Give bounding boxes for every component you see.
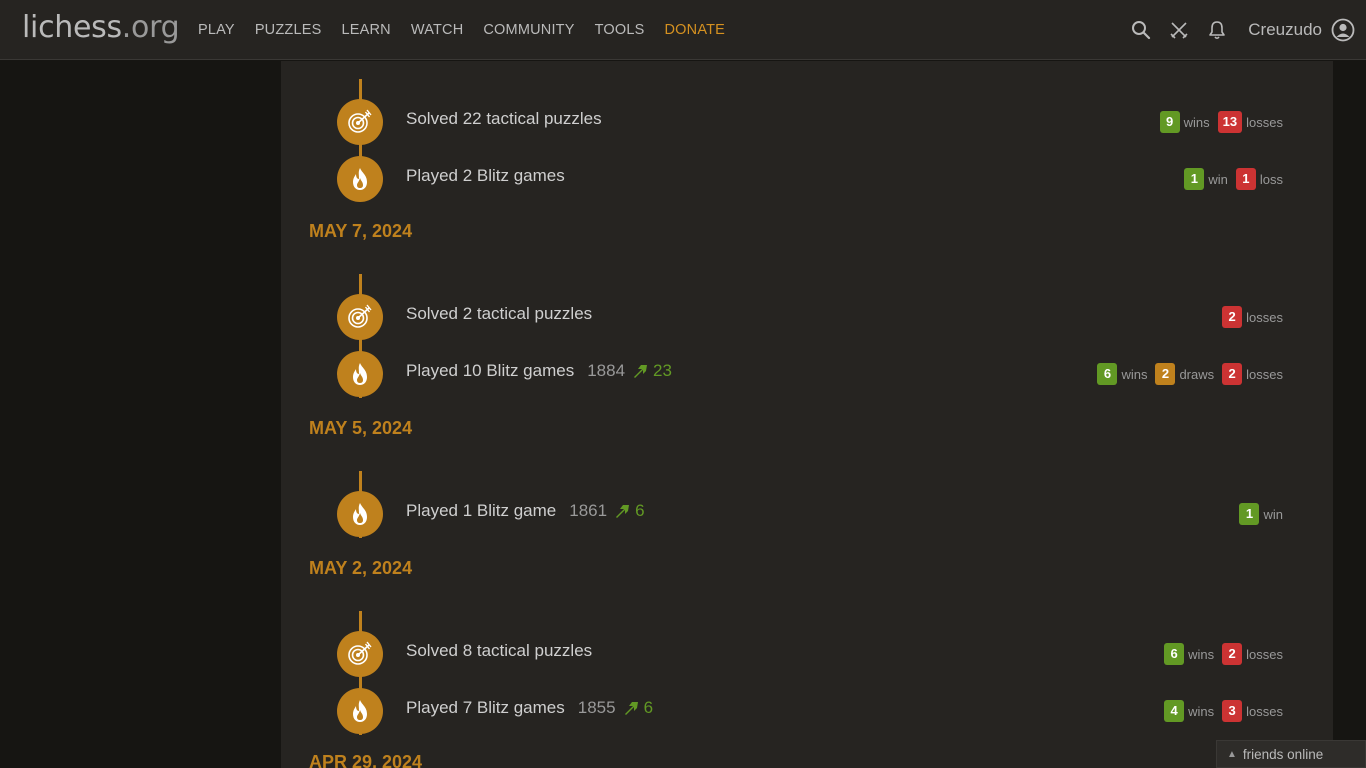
wins-label: wins [1183, 114, 1210, 130]
losses-badge: 2 [1222, 643, 1243, 665]
wins-badge: 9 [1159, 111, 1180, 133]
score-summary: 6 wins 2 draws 2 losses [1089, 363, 1283, 385]
day-title: MAY 7, 2024 [309, 221, 413, 241]
friends-online-toggle[interactable]: ▲ friends online [1216, 740, 1366, 768]
losses-label: losses [1246, 366, 1283, 382]
nav-community[interactable]: COMMUNITY [473, 22, 584, 38]
flame-icon [337, 688, 383, 734]
arrow-up-right-icon [616, 505, 630, 518]
logo-main: lichess [22, 10, 122, 45]
entry-text[interactable]: Played 7 Blitz games [406, 698, 565, 718]
timeline-entry-blitz: Played 2 Blitz games 1 win 1 loss [281, 156, 1333, 202]
user-circle-icon[interactable] [1330, 11, 1356, 49]
losses-label: loss [1259, 171, 1283, 187]
score-summary: 4 wins 3 losses [1156, 700, 1283, 722]
nav-play[interactable]: PLAY [188, 22, 245, 38]
timeline-entry-blitz: Played 10 Blitz games 1884 23 6 wins 2 dra… [281, 351, 1333, 397]
logo-tld: .org [121, 10, 180, 45]
entry-text[interactable]: Solved 8 tactical puzzles [406, 641, 592, 661]
score-summary: 9 wins 13 losses [1152, 111, 1283, 133]
top-bar: lichess.org PLAY PUZZLES LEARN WATCH COM… [0, 0, 1366, 60]
timeline-entry-puzzles: Solved 22 tactical puzzles 9 wins 13 losse… [281, 99, 1333, 145]
losses-label: losses [1246, 114, 1283, 130]
search-icon[interactable] [1122, 11, 1160, 49]
losses-badge: 1 [1235, 168, 1256, 190]
flame-icon [337, 491, 383, 537]
wins-badge: 6 [1164, 643, 1185, 665]
swords-icon[interactable] [1160, 11, 1198, 49]
flame-icon [337, 351, 383, 397]
wins-badge: 1 [1239, 503, 1260, 525]
nav-donate[interactable]: DONATE [655, 22, 736, 38]
activity-panel: Solved 22 tactical puzzles 9 wins 13 losse… [281, 61, 1333, 768]
score-summary: 1 win 1 loss [1176, 168, 1283, 190]
losses-badge: 13 [1217, 111, 1243, 133]
arrow-up-right-icon [624, 702, 638, 715]
timeline-entry-blitz: Played 1 Blitz game 1861 6 1 win [281, 491, 1333, 537]
wins-badge: 4 [1164, 700, 1185, 722]
nav-learn[interactable]: LEARN [331, 22, 400, 38]
friends-online-label: friends online [1242, 746, 1324, 762]
rating-value: 1861 [569, 501, 608, 520]
timeline-entry-blitz: Played 7 Blitz games 1855 6 4 wins 3 losse… [281, 688, 1333, 734]
timeline-entry-puzzles: Solved 2 tactical puzzles 2 losses [281, 294, 1333, 340]
wins-label: win [1263, 506, 1283, 522]
caret-up-icon: ▲ [1227, 748, 1237, 760]
day-title: APR 29, 2024 [309, 752, 423, 768]
nav-puzzles[interactable]: PUZZLES [245, 22, 332, 38]
entry-text[interactable]: Played 10 Blitz games [406, 361, 574, 381]
draws-badge: 2 [1155, 363, 1176, 385]
arrow-up-right-icon [634, 365, 648, 378]
rating-value: 1884 [587, 361, 626, 380]
wins-badge: 1 [1184, 168, 1205, 190]
wins-badge: 6 [1097, 363, 1118, 385]
target-icon [337, 631, 383, 677]
wins-label: wins [1188, 703, 1215, 719]
losses-label: losses [1246, 309, 1283, 325]
day-title: MAY 5, 2024 [309, 418, 413, 438]
bell-icon[interactable] [1198, 11, 1236, 49]
draws-label: draws [1179, 366, 1215, 382]
header-tools: Creuzudo [1122, 0, 1356, 60]
losses-label: losses [1246, 703, 1283, 719]
rating-value: 1855 [577, 698, 616, 717]
day-title: MAY 2, 2024 [309, 558, 413, 578]
main-nav: PLAY PUZZLES LEARN WATCH COMMUNITY TOOLS… [188, 0, 735, 60]
nav-watch[interactable]: WATCH [401, 22, 474, 38]
wins-label: win [1208, 171, 1228, 187]
score-summary: 1 win [1231, 503, 1283, 525]
timeline-entry-puzzles: Solved 8 tactical puzzles 6 wins 2 losses [281, 631, 1333, 677]
rating-diff: 6 [635, 501, 645, 520]
target-icon [337, 294, 383, 340]
username[interactable]: Creuzudo [1248, 20, 1322, 40]
target-icon [337, 99, 383, 145]
losses-badge: 2 [1222, 306, 1243, 328]
flame-icon [337, 156, 383, 202]
wins-label: wins [1188, 646, 1215, 662]
rating-diff: 6 [643, 698, 654, 717]
losses-badge: 2 [1222, 363, 1243, 385]
entry-text[interactable]: Played 1 Blitz game [406, 501, 556, 521]
nav-tools[interactable]: TOOLS [585, 22, 655, 38]
score-summary: 6 wins 2 losses [1156, 643, 1283, 665]
entry-text[interactable]: Solved 2 tactical puzzles [406, 304, 592, 324]
site-logo[interactable]: lichess.org [22, 10, 180, 45]
entry-text[interactable]: Played 2 Blitz games [406, 166, 565, 186]
losses-label: losses [1246, 646, 1283, 662]
wins-label: wins [1121, 366, 1148, 382]
rating-diff: 23 [653, 361, 672, 380]
losses-badge: 3 [1222, 700, 1243, 722]
entry-text[interactable]: Solved 22 tactical puzzles [406, 109, 602, 129]
score-summary: 2 losses [1214, 306, 1283, 328]
